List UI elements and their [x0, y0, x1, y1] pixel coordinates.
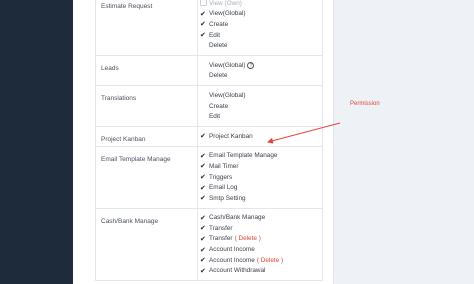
annotation-arrow: [267, 122, 341, 144]
